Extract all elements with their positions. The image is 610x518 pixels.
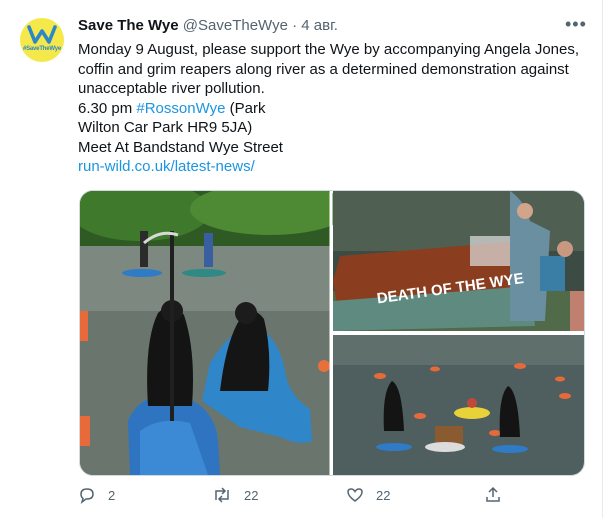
retweet-count: 22	[244, 487, 259, 503]
tweet-date[interactable]: 4 авг.	[301, 17, 338, 34]
wave-logo-icon	[27, 25, 57, 44]
tweet-card: #SaveTheWye Save The Wye @SaveTheWye · 4…	[0, 0, 603, 518]
tweet-text: Monday 9 August, please support the Wye …	[78, 40, 588, 177]
external-link[interactable]: run-wild.co.uk/latest-news/	[78, 157, 588, 177]
retweet-button[interactable]: 22	[212, 486, 258, 504]
like-button[interactable]: 22	[346, 486, 390, 504]
avatar-hashtag: #SaveTheWye	[22, 46, 62, 52]
reply-count: 2	[108, 487, 116, 503]
tweet-header: Save The Wye @SaveTheWye · 4 авг.	[78, 17, 338, 37]
header-separator: ·	[292, 17, 298, 34]
share-button[interactable]	[484, 486, 502, 504]
media-grid: DEATH OF THE WYE	[79, 190, 585, 476]
photo-paddleboarders[interactable]	[80, 191, 350, 475]
tweet-main-text: Monday 9 August, please support the Wye …	[78, 41, 580, 97]
photo-coffin[interactable]: DEATH OF THE WYE	[333, 191, 584, 331]
reply-icon	[80, 488, 94, 504]
photo-river-swimmers[interactable]	[333, 335, 584, 475]
event-time: 6.30 pm	[78, 99, 133, 117]
location-line: Wilton Car Park HR9 5JA)	[78, 119, 253, 136]
hashtag-link[interactable]: #RossonWye	[136, 100, 225, 117]
location-open: (Park	[229, 99, 266, 117]
heart-icon	[347, 488, 363, 502]
user-handle[interactable]: @SaveTheWye	[183, 17, 288, 34]
meet-line: Meet At Bandstand Wye Street	[78, 138, 283, 156]
more-options-icon[interactable]: •••	[565, 14, 587, 35]
tweet-time-line: 6.30 pm #RossonWye (Park	[78, 99, 588, 119]
like-count: 22	[376, 487, 391, 503]
reply-button[interactable]: 2	[78, 486, 115, 504]
display-name[interactable]: Save The Wye	[78, 17, 179, 34]
share-icon	[486, 486, 500, 502]
retweet-icon	[215, 487, 229, 503]
avatar[interactable]: #SaveTheWye	[20, 18, 64, 62]
action-bar: 2 22 22	[78, 486, 588, 508]
